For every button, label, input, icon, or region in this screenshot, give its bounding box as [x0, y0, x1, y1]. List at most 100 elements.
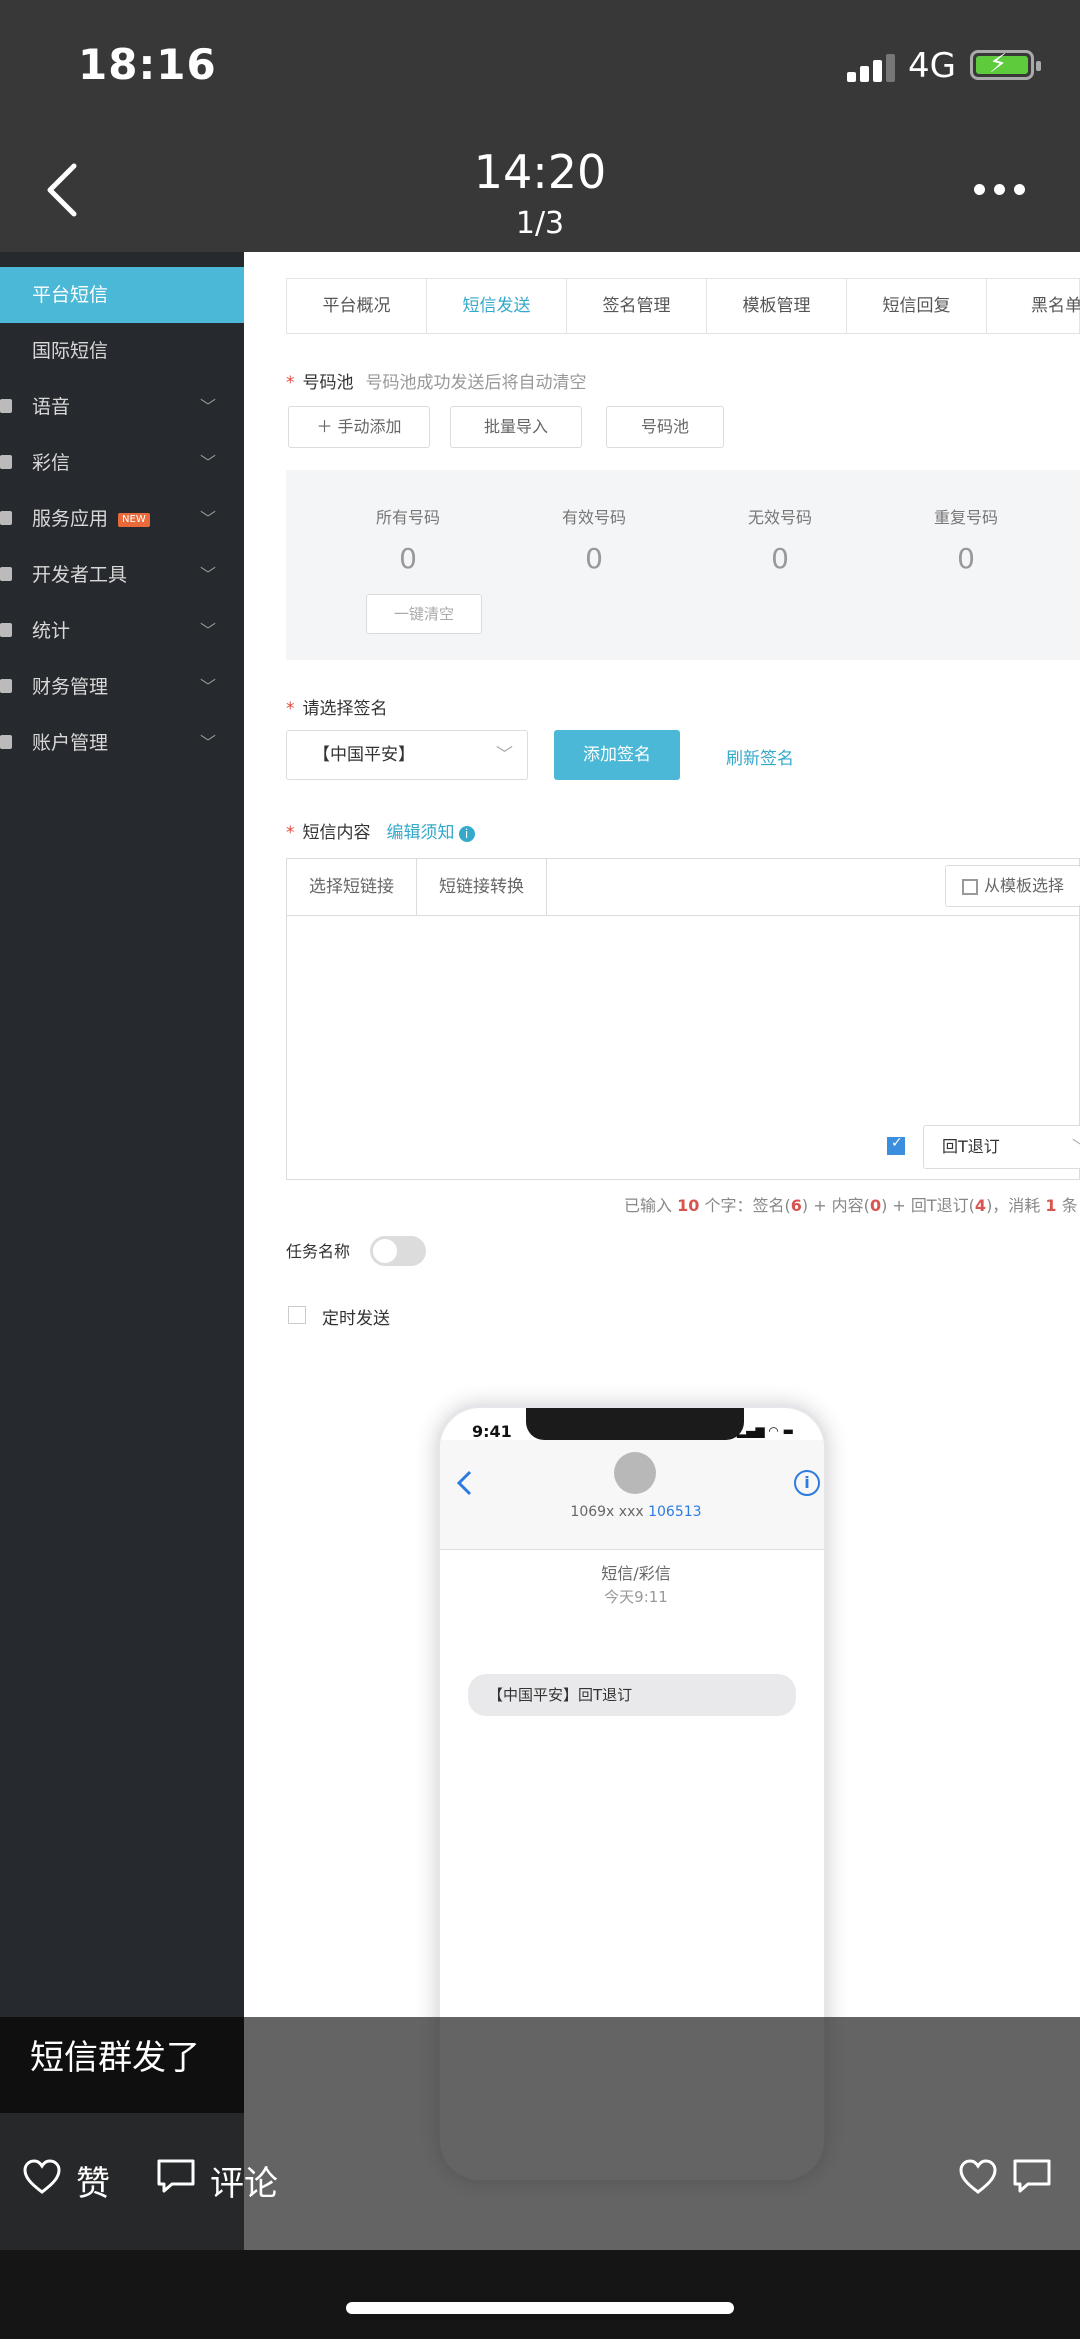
phone-info-icon: i: [794, 1470, 820, 1496]
number-pool-button[interactable]: 号码池: [606, 406, 724, 448]
screen: 18:16 4G ⚡ 14:20 1/3 平台短信 国际短信 语音 ﹀ 彩信 ﹀ 服…: [0, 0, 1080, 2339]
home-indicator[interactable]: [346, 2302, 734, 2314]
chevron-down-icon: ﹀: [1072, 1126, 1080, 1168]
divider: [134, 2148, 135, 2264]
clear-all-button[interactable]: 一键清空: [366, 594, 482, 634]
sidebar-item-services[interactable]: 服务应用 NEW ﹀: [0, 491, 244, 547]
sidebar-item-label: 统计: [32, 620, 71, 642]
sidebar-item-label: 财务管理: [32, 676, 109, 698]
tab-blacklist[interactable]: 黑名单: [987, 279, 1080, 333]
like-button[interactable]: 赞: [76, 2156, 110, 2205]
phone-msg-type: 短信/彩信: [601, 1564, 671, 1583]
task-name-toggle[interactable]: [370, 1236, 426, 1266]
add-signature-button[interactable]: 添加签名: [554, 730, 680, 780]
battery-icon: ⚡: [970, 49, 1041, 80]
scheduled-checkbox[interactable]: [288, 1306, 306, 1324]
stat-invalid: 无效号码 0: [747, 508, 812, 575]
network-type: 4G: [908, 46, 956, 86]
char-counter: 已输入 10 个字：签名(6) + 内容(0) + 回T退订(4)，消耗 1 条: [624, 1196, 1078, 1215]
comment-icon[interactable]: [1012, 2158, 1052, 2194]
phone-signal-icon: ▂▄▆ ◠ ▬: [736, 1424, 794, 1438]
bar-chart-icon: [0, 623, 12, 637]
status-time: 18:16: [78, 40, 217, 89]
app-icon: [0, 511, 12, 525]
sidebar: 平台短信 国际短信 语音 ﹀ 彩信 ﹀ 服务应用 NEW ﹀ 开发者工具 ﹀ 统计 ﹀ 财务…: [0, 252, 244, 2250]
chevron-down-icon: ﹀: [199, 565, 216, 584]
viewer-index: 1/3: [515, 206, 565, 241]
image-icon: [0, 455, 12, 469]
sidebar-item-label: 服务应用: [32, 508, 109, 530]
task-name-label: 任务名称: [286, 1242, 351, 1261]
manual-add-button[interactable]: ＋ 手动添加: [288, 406, 430, 448]
short-link-convert-button[interactable]: 短链接转换: [417, 859, 547, 915]
post-caption: 短信群发了: [30, 2038, 200, 2078]
tab-sms-send[interactable]: 短信发送: [427, 279, 567, 333]
phone-back-icon: [456, 1470, 472, 1496]
viewer-time: 14:20: [473, 145, 607, 199]
tab-overview[interactable]: 平台概况: [287, 279, 427, 333]
tab-templates[interactable]: 模板管理: [707, 279, 847, 333]
sidebar-item-stats[interactable]: 统计 ﹀: [0, 603, 244, 659]
batch-import-button[interactable]: 批量导入: [450, 406, 582, 448]
select-short-link-button[interactable]: 选择短链接: [287, 859, 417, 915]
sidebar-item-dev-tools[interactable]: 开发者工具 ﹀: [0, 547, 244, 603]
heart-icon[interactable]: [958, 2158, 998, 2196]
user-icon: [0, 735, 12, 749]
chevron-down-icon: ﹀: [199, 621, 216, 640]
bottom-bar: [0, 2250, 1080, 2339]
phone-notch: [526, 1408, 744, 1440]
number-pool-stats: 所有号码 0 有效号码 0 无效号码 0 重复号码 0 一键清空: [286, 470, 1080, 660]
sidebar-item-voice[interactable]: 语音 ﹀: [0, 379, 244, 435]
unsubscribe-checkbox[interactable]: ✓: [887, 1135, 905, 1155]
sidebar-item-platform-sms[interactable]: 平台短信: [0, 267, 244, 323]
sidebar-item-account[interactable]: 账户管理 ﹀: [0, 715, 244, 771]
sidebar-item-finance[interactable]: 财务管理 ﹀: [0, 659, 244, 715]
stat-duplicate: 重复号码 0: [933, 508, 998, 575]
sidebar-item-label: 语音: [32, 396, 71, 418]
unsubscribe-select[interactable]: 回T退订﹀: [923, 1125, 1080, 1169]
sidebar-item-label: 平台短信: [32, 284, 109, 306]
new-badge: NEW: [118, 512, 150, 527]
from-template-button[interactable]: 从模板选择: [945, 865, 1080, 907]
edit-guide-link[interactable]: 编辑须知: [387, 823, 455, 843]
content-label: * 短信内容 编辑须知 i: [286, 818, 475, 843]
sidebar-item-label: 国际短信: [32, 340, 109, 362]
chevron-down-icon: ﹀: [199, 733, 216, 752]
chevron-down-icon: ﹀: [199, 453, 216, 472]
refresh-signature-link[interactable]: 刷新签名: [726, 744, 794, 769]
sidebar-item-mms[interactable]: 彩信 ﹀: [0, 435, 244, 491]
sidebar-item-intl-sms[interactable]: 国际短信: [0, 323, 244, 379]
chevron-down-icon: ﹀: [199, 397, 216, 416]
tab-replies[interactable]: 短信回复: [847, 279, 987, 333]
info-icon: i: [458, 826, 475, 842]
photo: 平台短信 国际短信 语音 ﹀ 彩信 ﹀ 服务应用 NEW ﹀ 开发者工具 ﹀ 统计 ﹀ 财务…: [0, 252, 1080, 2250]
comment-button[interactable]: 评论: [210, 2156, 278, 2205]
comment-icon[interactable]: [156, 2158, 196, 2194]
number-pool-hint: 号码池成功发送后将自动清空: [365, 373, 587, 393]
chevron-down-icon: ﹀: [496, 745, 513, 765]
tab-signatures[interactable]: 签名管理: [567, 279, 707, 333]
phone-msg-time: 今天9:11: [604, 1588, 668, 1606]
status-bar: 18:16 4G ⚡: [0, 0, 1080, 135]
sidebar-item-label: 账户管理: [32, 732, 109, 754]
mic-icon: [0, 399, 12, 413]
money-icon: [0, 679, 12, 693]
monitor-icon: [0, 567, 12, 581]
chevron-down-icon: ﹀: [199, 509, 216, 528]
signal-icon: [847, 52, 895, 82]
phone-sender: 1069x xxx 106513: [570, 1504, 702, 1520]
heart-icon[interactable]: [22, 2158, 62, 2196]
avatar: [614, 1452, 656, 1494]
signature-select[interactable]: 【中国平安】 ﹀: [286, 730, 528, 780]
signature-label: * 请选择签名: [286, 699, 388, 719]
sidebar-item-label: 开发者工具: [32, 564, 128, 586]
sms-editor[interactable]: 选择短链接 短链接转换 从模板选择 ✓ 回T退订﹀: [286, 858, 1080, 1180]
more-icon[interactable]: [970, 184, 1030, 196]
chevron-down-icon: ﹀: [199, 677, 216, 696]
stat-valid: 有效号码 0: [561, 508, 626, 575]
scheduled-label: 定时发送: [322, 1309, 390, 1329]
sidebar-item-label: 彩信: [32, 452, 71, 474]
stat-all: 所有号码 0: [375, 508, 440, 575]
number-pool-label: * 号码池 号码池成功发送后将自动清空: [286, 373, 587, 393]
phone-header: i 1069x xxx 106513: [440, 1440, 824, 1550]
